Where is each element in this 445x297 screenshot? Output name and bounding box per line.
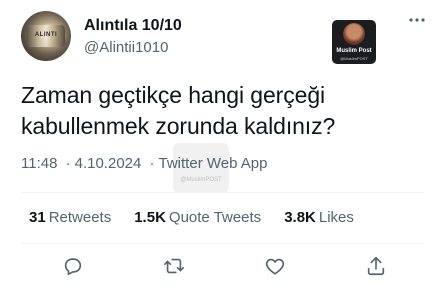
badge-logo <box>343 23 365 45</box>
badge-subtitle: @MuslimPOST <box>340 56 368 61</box>
quote-tweets-stat[interactable]: 1.5K Quote Tweets <box>134 209 261 226</box>
divider <box>21 243 424 244</box>
author-name[interactable]: Alıntıla 10/10 <box>84 17 182 35</box>
retweet-icon[interactable] <box>163 255 187 279</box>
tweet-time[interactable]: 11:48 <box>21 155 57 172</box>
tweet-card: ALINTI Alıntıla 10/10 @Alintii1010 Musli… <box>0 0 445 297</box>
like-icon[interactable] <box>264 255 288 279</box>
retweets-label: Retweets <box>48 209 112 226</box>
tweet-date[interactable]: 4.10.2024 <box>75 155 142 172</box>
author-handle[interactable]: @Alintii1010 <box>84 39 168 56</box>
meta-separator: · <box>149 155 155 172</box>
tweet-meta: 11:48 · 4.10.2024 · Twitter Web App <box>21 155 267 172</box>
retweets-stat[interactable]: 31 Retweets <box>29 209 111 226</box>
muslim-post-badge: Muslim Post @MuslimPOST <box>332 20 376 64</box>
action-bar <box>0 255 445 281</box>
likes-stat[interactable]: 3.8K Likes <box>284 209 354 226</box>
author-avatar[interactable]: ALINTI <box>21 11 71 61</box>
tweet-source[interactable]: Twitter Web App <box>159 155 268 172</box>
reply-icon[interactable] <box>62 255 86 279</box>
tweet-stats: 31 Retweets 1.5K Quote Tweets 3.8K Likes <box>29 209 377 226</box>
share-icon[interactable] <box>365 255 389 279</box>
divider <box>21 192 424 193</box>
quote-tweets-count: 1.5K <box>134 209 166 226</box>
avatar-text: ALINTI <box>34 32 58 38</box>
more-horizontal-icon[interactable] <box>408 11 426 34</box>
tweet-text: Zaman geçtikçe hangi gerçeği kabullenmek… <box>21 82 336 139</box>
watermark-text: @MuslimPOST <box>180 177 222 183</box>
likes-label: Likes <box>318 209 354 226</box>
meta-separator: · <box>65 155 71 172</box>
quote-tweets-label: Quote Tweets <box>168 209 262 226</box>
badge-title: Muslim Post <box>336 48 372 54</box>
retweets-count: 31 <box>29 209 46 226</box>
likes-count: 3.8K <box>284 209 316 226</box>
